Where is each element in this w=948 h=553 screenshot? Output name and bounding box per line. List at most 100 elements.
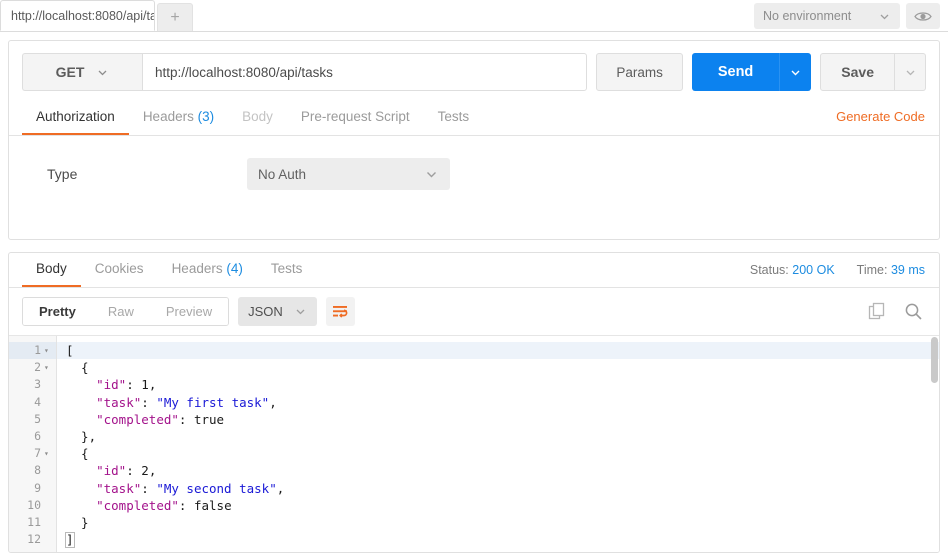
line-number-label: 5 <box>34 411 41 426</box>
tab-label: Headers <box>171 261 223 276</box>
format-tab-raw[interactable]: Raw <box>91 298 150 325</box>
save-options-button[interactable] <box>895 53 926 91</box>
request-tab-pre-request-script[interactable]: Pre-request Script <box>287 101 424 135</box>
code-line: { <box>57 359 939 376</box>
chevron-down-icon <box>96 66 109 79</box>
request-tab-authorization[interactable]: Authorization <box>22 101 129 135</box>
tab-label: Tests <box>437 109 470 124</box>
code-line: "id": 1, <box>57 376 939 393</box>
save-label: Save <box>841 64 874 80</box>
line-number-label: 9 <box>34 480 41 495</box>
environment-quick-look-button[interactable] <box>906 3 940 29</box>
code-token: [ <box>66 343 74 358</box>
environment-selector[interactable]: No environment <box>754 3 900 29</box>
chevron-down-icon <box>904 66 917 79</box>
wrap-lines-icon <box>332 304 349 319</box>
url-input[interactable]: http://localhost:8080/api/tasks <box>142 53 588 91</box>
line-number: 3 <box>9 376 56 393</box>
response-tab-cookies[interactable]: Cookies <box>81 253 158 287</box>
search-icon[interactable] <box>904 302 923 321</box>
fold-toggle-icon[interactable]: ▾ <box>44 449 51 458</box>
response-tab-tests[interactable]: Tests <box>257 253 317 287</box>
code-line: "task": "My first task", <box>57 394 939 411</box>
code-token: "completed" <box>96 497 179 513</box>
line-number: 10 <box>9 497 56 514</box>
line-number-label: 4 <box>34 394 41 409</box>
chevron-down-icon <box>789 66 802 79</box>
line-number: 8 <box>9 462 56 479</box>
new-tab-button[interactable]: + <box>157 3 193 31</box>
tab-label: Headers <box>142 109 194 124</box>
code-token: }, <box>66 428 97 444</box>
format-tab-preview[interactable]: Preview <box>149 298 229 325</box>
code-token: : <box>126 377 142 393</box>
response-body-code[interactable]: [ { "id": 1, "task": "My first task", "c… <box>57 336 939 552</box>
code-token: "task" <box>96 480 142 496</box>
fold-toggle-icon[interactable]: ▾ <box>44 363 51 372</box>
tab-count: (3) <box>193 109 215 124</box>
line-number-label: 7 <box>34 446 41 461</box>
generate-code-label: Generate Code <box>836 109 925 124</box>
line-number-label: 12 <box>27 532 41 547</box>
params-label: Params <box>616 64 663 80</box>
code-token: { <box>66 446 89 462</box>
response-tab-headers[interactable]: Headers (4) <box>158 253 257 287</box>
tab-label: Cookies <box>94 261 144 276</box>
tab-label: Tests <box>270 261 303 276</box>
request-tab[interactable]: http://localhost:8080/api/ta <box>0 0 155 31</box>
code-line: }, <box>57 428 939 445</box>
generate-code-link[interactable]: Generate Code <box>836 101 939 135</box>
environment-controls: No environment <box>754 3 948 31</box>
wrap-lines-button[interactable] <box>325 297 355 326</box>
line-number-label: 1 <box>34 343 41 357</box>
request-tab-headers[interactable]: Headers (3) <box>129 101 228 135</box>
code-token: , <box>269 394 277 410</box>
params-button[interactable]: Params <box>596 53 683 91</box>
request-tab-tests[interactable]: Tests <box>424 101 484 135</box>
code-token: , <box>148 463 157 479</box>
time-label: Time: <box>856 263 888 277</box>
line-number: 5 <box>9 411 56 428</box>
response-panel: Body Cookies Headers (4) Tests Status: 200 … <box>8 252 940 553</box>
http-method-selector[interactable]: GET <box>22 53 142 91</box>
auth-type-label: Type <box>47 166 78 182</box>
response-language-selector[interactable]: JSON <box>238 297 317 326</box>
response-format-toolbar: Pretty Raw Preview JSON <box>9 288 939 335</box>
code-line: [ <box>57 342 939 360</box>
send-button[interactable]: Send <box>691 53 780 91</box>
code-token: "My second task" <box>156 480 277 496</box>
line-number-label: 6 <box>34 428 41 443</box>
time-badge: Time: 39 ms <box>857 263 925 277</box>
format-tab-pretty[interactable]: Pretty <box>23 298 92 325</box>
eye-icon <box>914 10 932 23</box>
authorization-type-row: Type No Auth <box>9 136 939 190</box>
response-meta: Status: 200 OK Time: 39 ms <box>750 263 939 277</box>
vertical-scrollbar[interactable] <box>931 337 938 383</box>
request-tab-body[interactable]: Body <box>228 101 287 135</box>
http-method-label: GET <box>55 64 85 80</box>
save-button[interactable]: Save <box>820 53 895 91</box>
tab-label: Authorization <box>36 109 115 124</box>
code-token: "id" <box>96 463 127 479</box>
url-builder-row: GET http://localhost:8080/api/tasks Para… <box>9 41 939 101</box>
chevron-down-icon <box>294 305 307 318</box>
request-tab-bar: http://localhost:8080/api/ta + No enviro… <box>0 0 948 32</box>
auth-type-selector[interactable]: No Auth <box>247 158 450 190</box>
fold-toggle-icon[interactable]: ▾ <box>44 346 51 355</box>
response-tab-body[interactable]: Body <box>22 253 81 287</box>
copy-icon[interactable] <box>868 302 887 321</box>
code-token: , <box>148 377 157 393</box>
send-options-button[interactable] <box>779 53 812 91</box>
line-number: 4 <box>9 394 56 411</box>
response-actions <box>868 302 927 321</box>
code-token: : <box>178 411 194 427</box>
code-token: , <box>276 480 285 496</box>
code-token: : <box>126 463 142 479</box>
tab-label: Body <box>242 109 273 124</box>
send-button-group: Send <box>691 53 812 91</box>
response-body-editor[interactable]: 1 ▾ 2 ▾ 3 4 5 6 7 ▾ 8 9 10 11 12 [ { "id": 1, "task": … <box>9 335 939 552</box>
